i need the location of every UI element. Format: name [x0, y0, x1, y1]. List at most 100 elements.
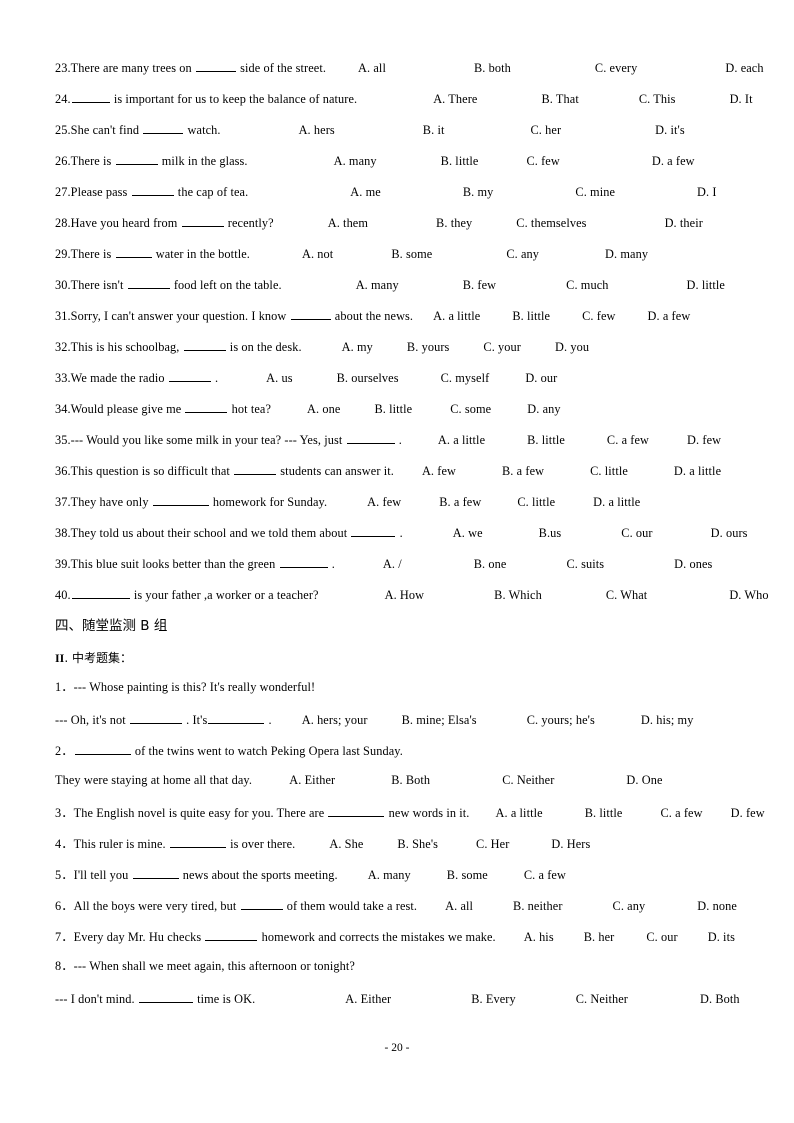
answer-option[interactable]: A. She — [329, 838, 363, 851]
answer-option[interactable]: D. its — [708, 931, 735, 944]
answer-option[interactable]: B. ourselves — [337, 372, 399, 385]
answer-option[interactable]: D. ours — [711, 527, 748, 540]
answer-option[interactable]: B. some — [391, 248, 432, 261]
answer-option[interactable]: B.us — [539, 527, 562, 540]
answer-option[interactable]: A. my — [342, 341, 373, 354]
answer-option[interactable]: D. Both — [700, 993, 740, 1006]
answer-blank[interactable] — [74, 743, 131, 755]
answer-option[interactable]: C. few — [526, 155, 559, 168]
answer-option[interactable]: C. a few — [524, 869, 566, 882]
answer-option[interactable]: D. Hers — [551, 838, 590, 851]
answer-option[interactable]: D. little — [687, 279, 725, 292]
answer-option[interactable]: D. One — [626, 774, 662, 787]
answer-option[interactable]: B. a few — [502, 465, 544, 478]
answer-option[interactable]: B. Both — [391, 774, 430, 787]
answer-blank[interactable] — [279, 556, 328, 568]
answer-option[interactable]: D. it's — [655, 124, 685, 137]
answer-option[interactable]: A. few — [422, 465, 456, 478]
answer-option[interactable]: B. one — [474, 558, 507, 571]
answer-option[interactable]: D. Who — [729, 589, 768, 602]
answer-option[interactable]: A. not — [302, 248, 333, 261]
answer-option[interactable]: C. suits — [566, 558, 604, 571]
answer-option[interactable]: C. Neither — [576, 993, 628, 1006]
answer-option[interactable]: A. a little — [438, 434, 485, 447]
answer-option[interactable]: A. There — [433, 93, 477, 106]
answer-blank[interactable] — [168, 370, 211, 382]
answer-option[interactable]: D. I — [697, 186, 717, 199]
answer-option[interactable]: D. a few — [652, 155, 695, 168]
answer-option[interactable]: C. few — [582, 310, 615, 323]
answer-option[interactable]: B. Every — [471, 993, 516, 1006]
answer-option[interactable]: B. That — [541, 93, 578, 106]
answer-option[interactable]: D. each — [725, 62, 763, 75]
answer-option[interactable]: C. a few — [607, 434, 649, 447]
answer-option[interactable]: B. both — [474, 62, 511, 75]
answer-blank[interactable] — [138, 991, 193, 1003]
answer-option[interactable]: B. her — [584, 931, 615, 944]
answer-blank[interactable] — [351, 525, 396, 537]
answer-option[interactable]: A. many — [356, 279, 399, 292]
answer-option[interactable]: D. our — [525, 372, 557, 385]
answer-blank[interactable] — [181, 215, 224, 227]
answer-option[interactable]: A. all — [445, 900, 473, 913]
answer-option[interactable]: C. any — [506, 248, 539, 261]
answer-option[interactable]: B. neither — [513, 900, 563, 913]
answer-option[interactable]: C. our — [621, 527, 652, 540]
answer-blank[interactable] — [195, 60, 236, 72]
answer-option[interactable]: C. a few — [660, 807, 702, 820]
answer-option[interactable]: D. ones — [674, 558, 712, 571]
answer-option[interactable]: D. any — [527, 403, 560, 416]
answer-option[interactable]: A. all — [358, 62, 386, 75]
answer-blank[interactable] — [71, 587, 130, 599]
answer-option[interactable]: B. She's — [397, 838, 438, 851]
answer-option[interactable]: A. many — [334, 155, 377, 168]
answer-option[interactable]: B. little — [441, 155, 479, 168]
answer-option[interactable]: D. you — [555, 341, 589, 354]
answer-option[interactable]: C. our — [646, 931, 677, 944]
answer-blank[interactable] — [208, 712, 265, 724]
answer-option[interactable]: A. them — [328, 217, 368, 230]
answer-option[interactable]: B. mine; Elsa's — [402, 714, 477, 727]
answer-option[interactable]: D. his; my — [641, 714, 694, 727]
answer-option[interactable]: D. many — [605, 248, 648, 261]
answer-blank[interactable] — [185, 401, 228, 413]
answer-option[interactable]: C. What — [606, 589, 647, 602]
answer-option[interactable]: B. little — [585, 807, 623, 820]
answer-option[interactable]: C. every — [595, 62, 637, 75]
answer-option[interactable]: A. How — [385, 589, 425, 602]
answer-option[interactable]: A. a little — [495, 807, 542, 820]
answer-option[interactable]: C. themselves — [516, 217, 586, 230]
answer-option[interactable]: C. much — [566, 279, 608, 292]
answer-option[interactable]: A. his — [524, 931, 554, 944]
answer-blank[interactable] — [132, 867, 179, 879]
answer-blank[interactable] — [240, 898, 283, 910]
answer-option[interactable]: B. some — [447, 869, 488, 882]
answer-option[interactable]: D. few — [731, 807, 765, 820]
answer-option[interactable]: C. your — [483, 341, 521, 354]
answer-option[interactable]: D. a little — [593, 496, 640, 509]
answer-option[interactable]: B. little — [527, 434, 565, 447]
answer-option[interactable]: B. they — [436, 217, 472, 230]
answer-blank[interactable] — [152, 494, 209, 506]
answer-blank[interactable] — [234, 463, 277, 475]
answer-option[interactable]: B. it — [423, 124, 445, 137]
answer-blank[interactable] — [169, 836, 226, 848]
answer-option[interactable]: A. hers; your — [302, 714, 368, 727]
answer-option[interactable]: C. myself — [441, 372, 490, 385]
answer-option[interactable]: D. their — [665, 217, 703, 230]
answer-option[interactable]: A. a little — [433, 310, 480, 323]
answer-option[interactable]: C. her — [530, 124, 561, 137]
answer-option[interactable]: C. little — [517, 496, 555, 509]
answer-option[interactable]: A. Either — [345, 993, 391, 1006]
answer-blank[interactable] — [346, 432, 395, 444]
answer-blank[interactable] — [328, 805, 385, 817]
answer-blank[interactable] — [183, 339, 226, 351]
answer-option[interactable]: B. yours — [407, 341, 449, 354]
answer-option[interactable]: C. little — [590, 465, 628, 478]
answer-option[interactable]: C. any — [613, 900, 646, 913]
answer-option[interactable]: B. a few — [439, 496, 481, 509]
answer-option[interactable]: A. one — [307, 403, 340, 416]
answer-option[interactable]: A. few — [367, 496, 401, 509]
answer-option[interactable]: D. few — [687, 434, 721, 447]
answer-option[interactable]: A. me — [350, 186, 381, 199]
